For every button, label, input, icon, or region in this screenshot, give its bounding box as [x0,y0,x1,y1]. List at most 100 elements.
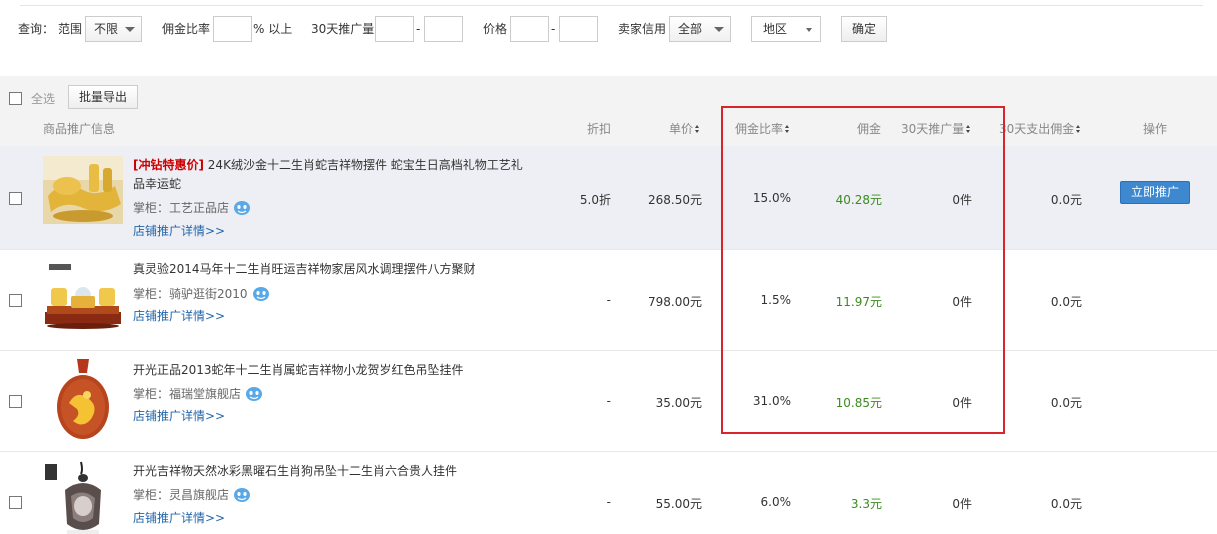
sort-icon [1076,125,1081,134]
region-select[interactable]: 地区 [751,16,821,42]
promo30-value: 0件 [952,295,972,309]
product-title[interactable]: [冲钻特惠价] 24K绒沙金十二生肖蛇吉祥物摆件 蛇宝生日高档礼物工艺礼品幸运蛇 [133,156,528,194]
paid30-value: 0.0元 [1050,396,1082,410]
chevron-down-icon [125,27,135,32]
seller-credit-select[interactable]: 全部 [669,16,731,42]
product-thumbnail[interactable] [43,460,123,534]
column-header-promo30-label: 30天推广量 [901,122,965,136]
column-header-paid30[interactable]: 30天支出佣金 [999,122,1081,136]
commission-rate-input[interactable] [213,16,252,42]
seller-name[interactable]: 福瑞堂旗舰店 [169,387,241,401]
sort-icon [966,125,971,134]
promo30-value: 0件 [952,396,972,410]
batch-export-button[interactable]: 批量导出 [68,85,138,109]
table-row: 开光正品2013蛇年十二生肖属蛇吉祥物小龙贺岁红色吊坠挂件 掌柜：福瑞堂旗舰店 … [0,351,1217,452]
discount-value: - [606,495,611,509]
product-title[interactable]: 真灵验2014马年十二生肖旺运吉祥物家居风水调理摆件八方聚财 [133,260,528,279]
discount-value: - [606,394,611,408]
row-checkbox[interactable] [9,192,22,205]
paid30-value: 0.0元 [1050,295,1082,309]
wangwang-chat-icon[interactable] [233,200,251,216]
confirm-button[interactable]: 确定 [841,16,887,42]
seller-name[interactable]: 工艺正品店 [169,201,229,215]
discount-value: - [606,293,611,307]
commission-rate-value: 1.5% [760,293,792,307]
seller-credit-value: 全部 [678,22,703,36]
paid30-value: 0.0元 [1050,497,1082,511]
range-select[interactable]: 不限 [85,16,142,42]
column-header-commission-rate[interactable]: 佣金比率 [735,122,790,136]
select-all-checkbox[interactable] [9,92,22,105]
column-header-unit-price-label: 单价 [669,122,694,136]
promo-tag: [冲钻特惠价] [133,158,204,172]
column-header-commission: 佣金 [857,122,882,136]
unit-price-value: 268.50元 [648,193,702,207]
commission-value: 10.85元 [835,396,882,410]
product-thumbnail[interactable] [43,156,123,224]
seller-prefix: 掌柜： [133,488,170,502]
column-header-promo30[interactable]: 30天推广量 [901,122,971,136]
sort-icon [785,125,790,134]
column-header-info: 商品推广信息 [43,122,116,136]
commission-rate-value: 15.0% [752,191,791,205]
wangwang-chat-icon[interactable] [245,386,263,402]
column-header-commission-rate-label: 佣金比率 [735,122,784,136]
promo30-value: 0件 [952,497,972,511]
wangwang-chat-icon[interactable] [233,487,251,503]
column-header-unit-price[interactable]: 单价 [669,122,700,136]
filter-bar: 查询： 范围 不限 佣金比率 % 以上 30天推广量 - 价格 - 卖家信用 全… [0,16,1217,42]
seller-name[interactable]: 骑驴逛街2010 [169,287,248,301]
sort-icon [695,125,700,134]
row-checkbox[interactable] [9,395,22,408]
product-thumbnail[interactable] [43,359,123,443]
seller-info: 掌柜：工艺正品店 [133,200,251,217]
commission-rate-label: 佣金比率 [162,22,211,36]
product-thumbnail[interactable] [43,260,123,332]
promo30-min-input[interactable] [375,16,414,42]
column-header-discount: 折扣 [587,122,612,136]
discount-value: 5.0折 [579,193,611,207]
store-promo-detail-link[interactable]: 店铺推广详情>> [133,509,225,526]
wangwang-chat-icon[interactable] [252,286,270,302]
table-row: 真灵验2014马年十二生肖旺运吉祥物家居风水调理摆件八方聚财 掌柜：骑驴逛街20… [0,250,1217,351]
product-title[interactable]: 开光吉祥物天然冰彩黑曜石生肖狗吊坠十二生肖六合贵人挂件 [133,462,528,481]
column-header-paid30-label: 30天支出佣金 [999,122,1075,136]
promo30-max-input[interactable] [424,16,463,42]
select-all-label: 全选 [31,92,56,106]
commission-rate-value: 6.0% [760,495,792,509]
product-title-text: 开光吉祥物天然冰彩黑曜石生肖狗吊坠十二生肖六合贵人挂件 [133,464,458,478]
price-max-input[interactable] [559,16,598,42]
commission-rate-value: 31.0% [752,394,791,408]
commission-value: 11.97元 [835,295,882,309]
unit-price-value: 55.00元 [655,497,702,511]
store-promo-detail-link[interactable]: 店铺推广详情>> [133,407,225,424]
seller-name[interactable]: 灵昌旗舰店 [169,488,229,502]
price-dash: - [551,22,556,36]
price-label: 价格 [483,22,508,36]
promo30-label: 30天推广量 [311,22,375,36]
promo30-dash: - [416,22,421,36]
table-row: [冲钻特惠价] 24K绒沙金十二生肖蛇吉祥物摆件 蛇宝生日高档礼物工艺礼品幸运蛇… [0,146,1217,250]
column-header-action: 操作 [1143,122,1168,136]
commission-value: 40.28元 [835,193,882,207]
list-toolbar: 全选 批量导出 商品推广信息 折扣 单价 佣金比率 佣金 30天推广量 30天支… [0,76,1217,146]
region-select-value: 地区 [763,22,788,36]
seller-prefix: 掌柜： [133,201,170,215]
store-promo-detail-link[interactable]: 店铺推广详情>> [133,222,225,239]
store-promo-detail-link[interactable]: 店铺推广详情>> [133,307,225,324]
seller-prefix: 掌柜： [133,287,170,301]
seller-prefix: 掌柜： [133,387,170,401]
chevron-down-icon [714,27,724,32]
price-min-input[interactable] [510,16,549,42]
commission-rate-suffix: % 以上 [253,22,293,36]
promote-now-button[interactable]: 立即推广 [1120,181,1190,204]
product-title-text: 开光正品2013蛇年十二生肖属蛇吉祥物小龙贺岁红色吊坠挂件 [133,363,464,377]
top-divider [20,5,1203,6]
row-checkbox[interactable] [9,496,22,509]
product-title[interactable]: 开光正品2013蛇年十二生肖属蛇吉祥物小龙贺岁红色吊坠挂件 [133,361,528,380]
seller-info: 掌柜：骑驴逛街2010 [133,286,270,303]
commission-value: 3.3元 [850,497,882,511]
paid30-value: 0.0元 [1050,193,1082,207]
unit-price-value: 798.00元 [648,295,702,309]
row-checkbox[interactable] [9,294,22,307]
